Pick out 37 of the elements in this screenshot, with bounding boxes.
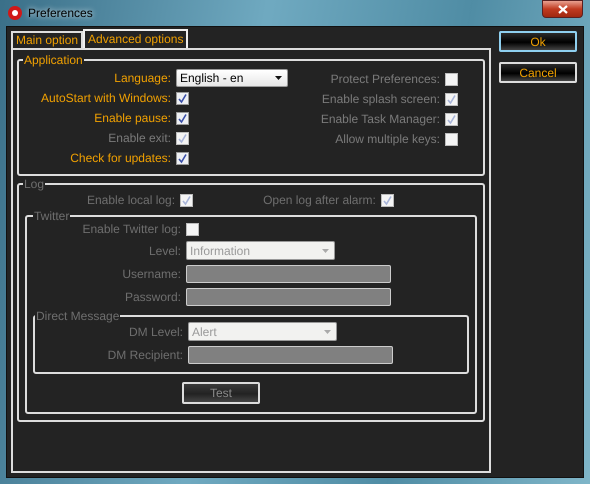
group-title: Direct Message [35,310,120,322]
checkbox[interactable] [176,152,189,164]
field-label: Username: [121,267,181,281]
option-label: Enable pause: [93,111,171,125]
caret-icon [275,76,282,80]
option-label: Allow multiple keys: [334,132,440,146]
field-label: Password: [124,290,181,304]
tab[interactable]: Advanced options [83,29,188,48]
option-label: Enable Twitter log: [81,222,181,236]
caret-icon [324,330,331,334]
checkbox[interactable] [176,112,189,124]
checkbox[interactable] [176,92,189,104]
cancel-button[interactable]: Cancel [499,62,577,83]
option-label: Open log after alarm: [263,193,376,207]
field-label: DM Recipient: [106,348,183,362]
group-title: Application [23,54,84,66]
option-label: Enable splash screen: [320,92,440,106]
option-label: Protect Preferences: [330,72,440,86]
option-label: Enable local log: [87,193,176,207]
tab[interactable]: Main option [11,31,84,48]
group-title: Twitter [33,210,70,222]
caret-icon [322,248,329,252]
option-label: Enable exit: [107,131,171,145]
test-button[interactable]: Test [182,382,260,404]
option-label: Enable Task Manager: [320,112,440,126]
field-label: Level: [148,244,181,258]
field-label: DM Level: [128,324,183,338]
option-label: AutoStart with Windows: [40,91,171,105]
close-button[interactable] [542,0,583,18]
ok-button[interactable]: Ok [499,31,577,52]
language-dropdown[interactable]: English - en [176,69,288,87]
group-title: Log [23,178,46,190]
close-icon [558,4,568,14]
option-label: Check for updates: [69,151,171,165]
window-title: Preferences [28,6,93,20]
app-icon [8,6,22,20]
field-label: Language: [113,71,171,85]
